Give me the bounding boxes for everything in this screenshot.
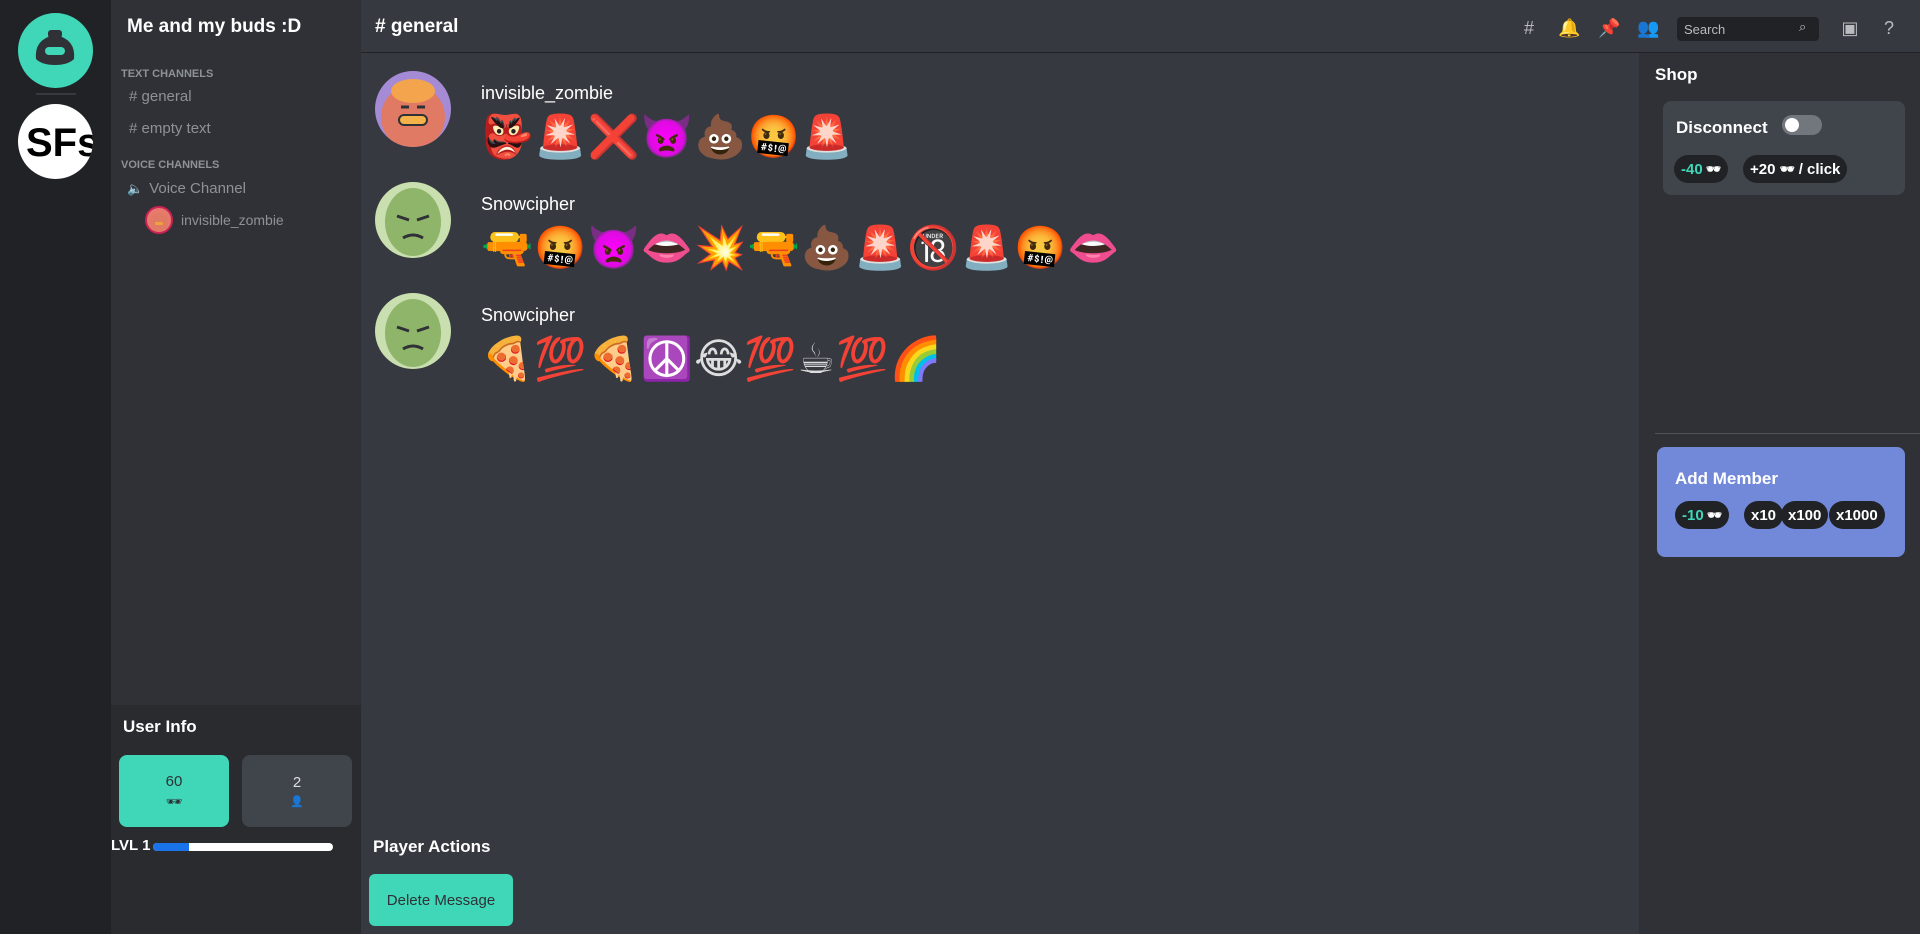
members-icon[interactable]: 👥 [1637,17,1659,39]
bell-icon[interactable]: 🔔 [1558,17,1580,39]
delete-message-button[interactable]: Delete Message [369,874,513,926]
message-author[interactable]: Snowcipher [481,305,575,326]
message-author[interactable]: invisible_zombie [481,83,613,104]
message-author[interactable]: Snowcipher [481,194,575,215]
disconnect-label: Disconnect [1676,118,1768,137]
message-content: 🍕💯🍕☮️😂💯☕💯🌈 [481,334,943,383]
user-info-title: User Info [123,717,197,736]
multiplier-x100-button[interactable]: x100 [1781,501,1829,529]
sunglasses-icon: 🕶 [165,793,183,809]
add-member-cost: -10 [1682,506,1704,524]
inbox-icon[interactable]: ▣ [1839,17,1861,39]
channel-title: # general [375,16,459,37]
threads-icon[interactable]: # [1518,17,1540,39]
voice-user[interactable]: invisible_zombie [145,206,284,234]
help-icon[interactable]: ? [1878,17,1900,39]
text-channels-category[interactable]: TEXT CHANNELS [121,68,213,80]
level-progress-bar [153,843,333,851]
shop-panel: Shop Disconnect -40 🕶 +20 🕶 / click Add … [1639,53,1920,934]
disconnect-cost: -40 [1681,160,1703,178]
message-list: invisible_zombie 👺🚨❌👿💩🤬🚨 Snowcipher 🔫🤬👿👄… [361,53,1639,934]
voice-channel-label: Voice Channel [149,180,246,197]
server-icon-discord[interactable] [18,13,93,88]
toggle-knob [1785,118,1799,132]
multiplier-x1000-button[interactable]: x1000 [1829,501,1885,529]
search-icon: ⌕ [1799,19,1807,34]
avatar[interactable] [375,182,451,258]
server-icon-sfs[interactable]: SFs [18,104,93,179]
members-value: 2 [292,774,302,791]
add-member-card[interactable]: Add Member -10 🕶 x10 x100 x1000 [1657,447,1905,557]
chat-header: # general # 🔔 📌 👥 ⌕ ▣ ? [361,0,1920,53]
voice-channel[interactable]: 🔈 Voice Channel [127,180,246,197]
level-progress-fill [153,843,189,851]
server-rail: SFs [0,0,111,934]
channel-sidebar: Me and my buds :D TEXT CHANNELS # genera… [111,0,361,934]
multiplier-x10-button[interactable]: x10 [1744,501,1784,529]
shop-title: Shop [1655,65,1698,84]
server-name[interactable]: Me and my buds :D [127,16,301,38]
coins-value: 60 [165,772,183,790]
avatar[interactable] [375,71,451,147]
pin-icon[interactable]: 📌 [1598,17,1620,39]
shop-divider [1655,433,1920,434]
voice-channels-category[interactable]: VOICE CHANNELS [121,159,219,171]
message-content: 👺🚨❌👿💩🤬🚨 [481,112,855,161]
disconnect-cost-pill[interactable]: -40 🕶 [1674,155,1728,183]
avatar [145,206,173,234]
person-icon: 👤 [290,796,304,808]
channel-empty-text[interactable]: # empty text [129,120,211,137]
player-actions-title: Player Actions [373,837,491,856]
user-info-panel: User Info 60 🕶 2 👤 LVL 1 [111,705,361,934]
members-stat: 2 👤 [242,755,352,827]
add-member-label: Add Member [1675,469,1778,488]
sunglasses-icon: 🕶 [1706,508,1722,522]
message-content: 🔫🤬👿👄💥🔫💩🚨🔞🚨🤬👄 [481,223,1121,272]
disconnect-gain: +20 [1750,160,1776,178]
sunglasses-icon: 🕶 [1779,162,1795,176]
svg-text:SFs: SFs [26,121,93,165]
voice-user-name: invisible_zombie [181,212,284,228]
sunglasses-icon: 🕶 [1705,162,1721,176]
coins-stat: 60 🕶 [119,755,229,827]
add-member-cost-pill[interactable]: -10 🕶 [1675,501,1729,529]
disconnect-card[interactable]: Disconnect -40 🕶 +20 🕶 / click [1663,101,1905,195]
speaker-icon: 🔈 [127,180,144,196]
search-input[interactable] [1677,17,1819,41]
avatar[interactable] [375,293,451,369]
level-label: LVL 1 [111,837,151,854]
disconnect-gain-suffix: / click [1798,160,1841,178]
disconnect-gain-pill[interactable]: +20 🕶 / click [1743,155,1848,183]
disconnect-toggle[interactable] [1782,115,1822,135]
server-separator [36,93,76,95]
channel-general[interactable]: # general [129,88,192,105]
